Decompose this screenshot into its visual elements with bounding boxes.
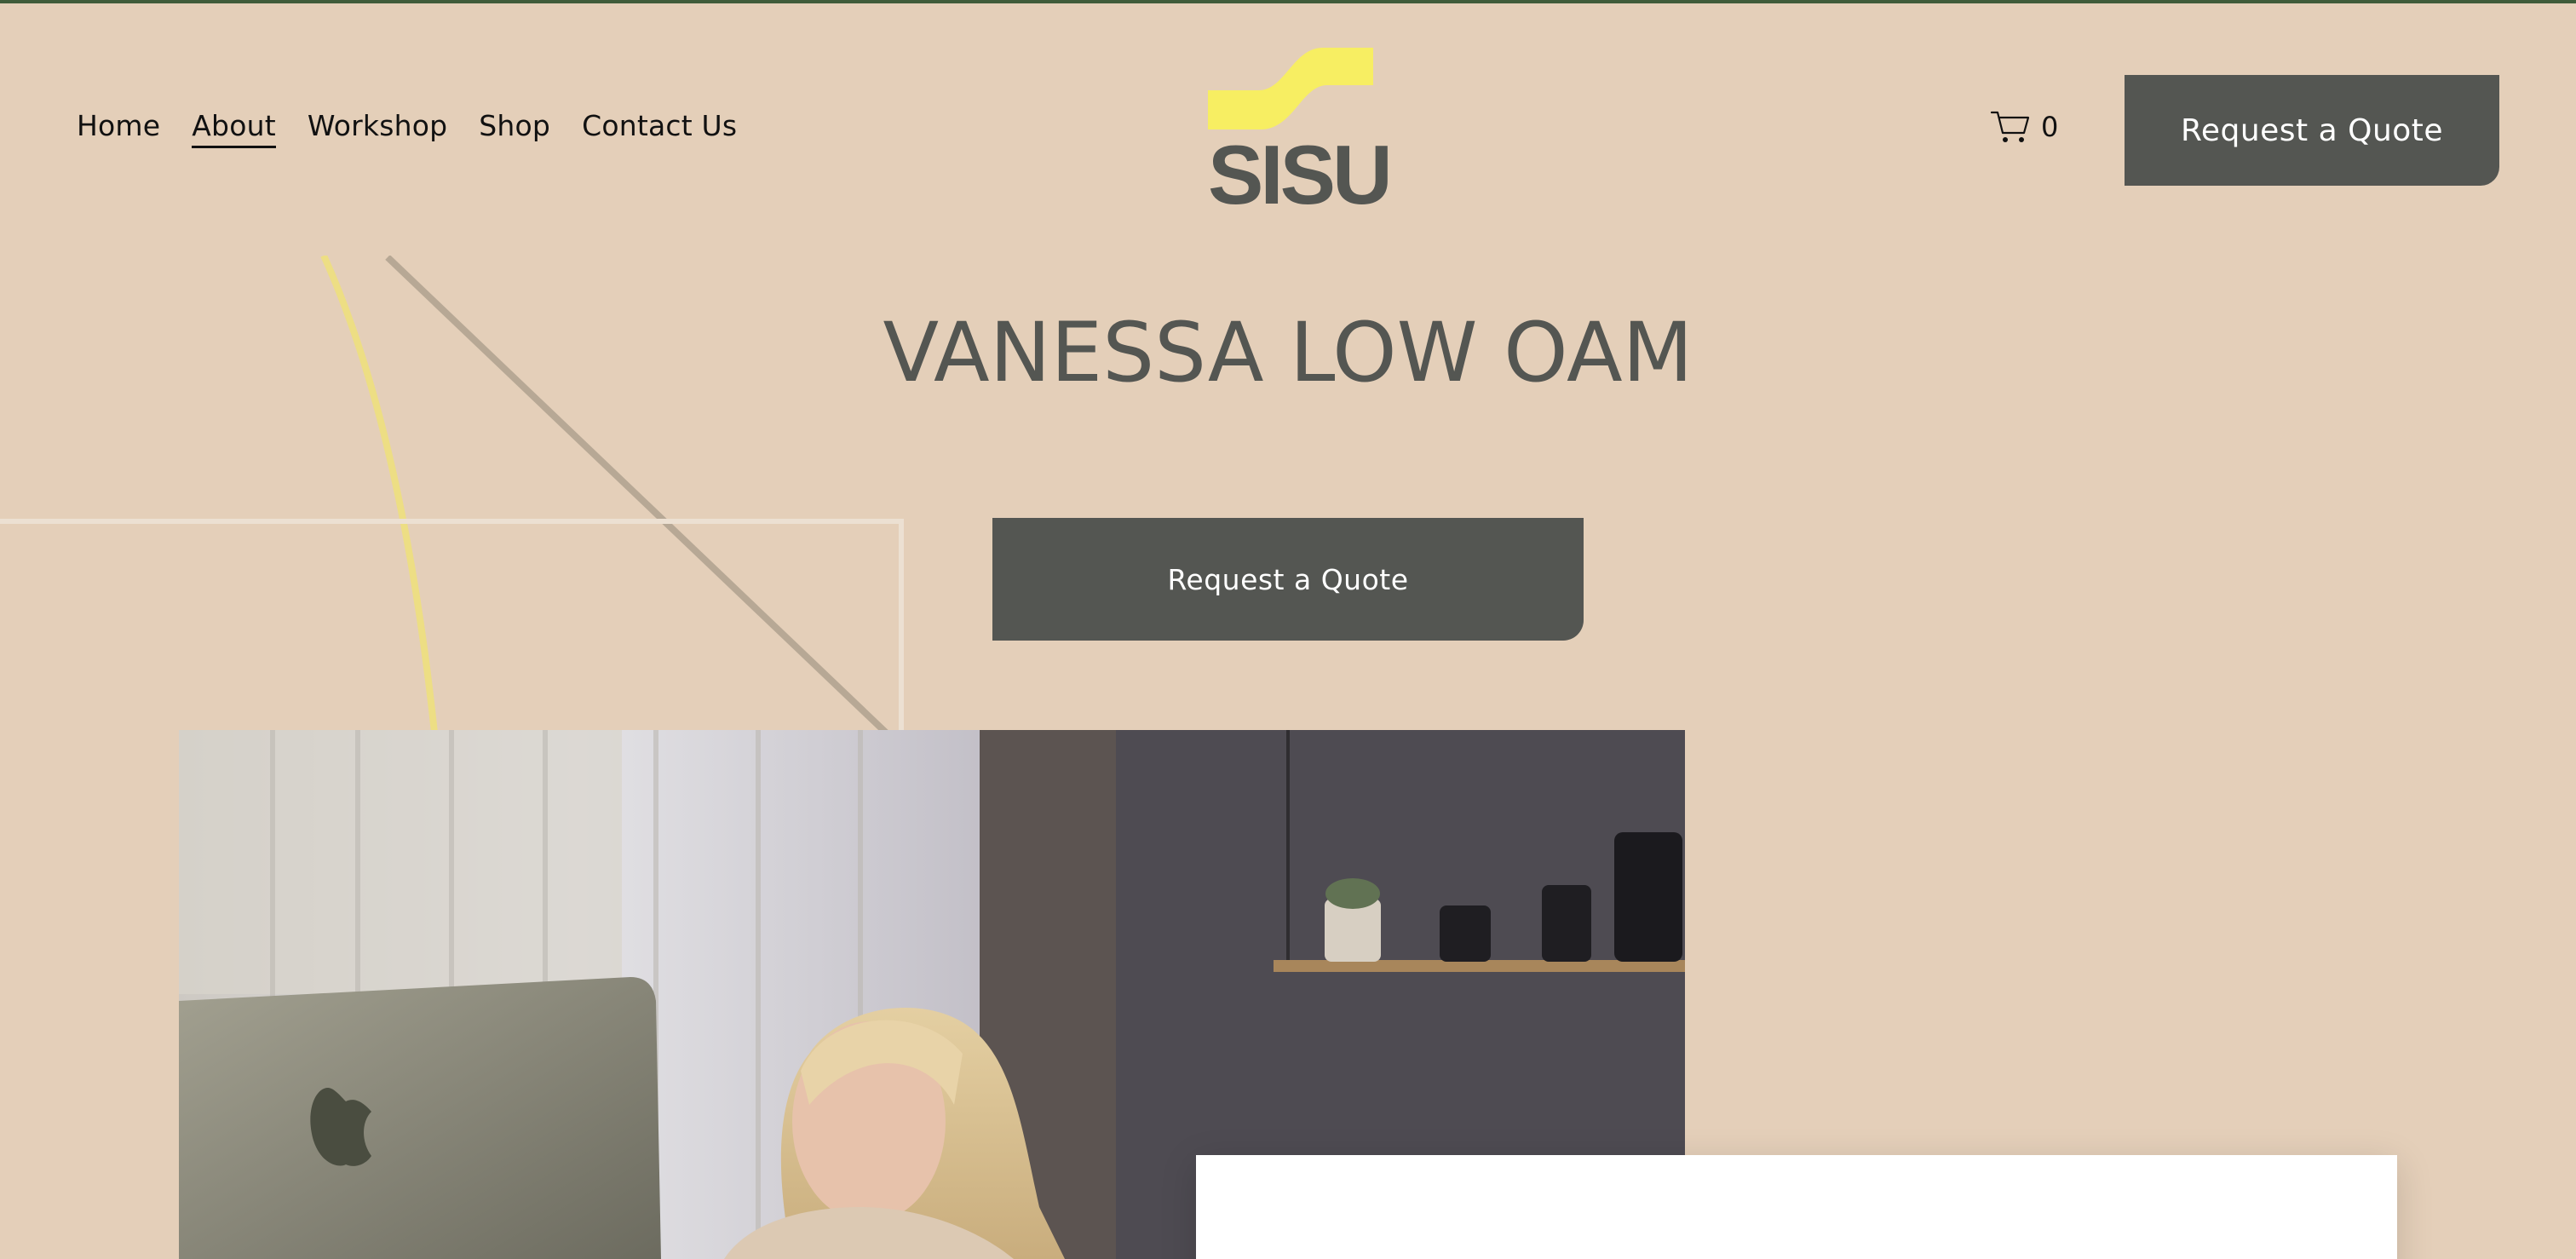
nav-shop[interactable]: Shop xyxy=(479,109,550,143)
logo-wordmark: SISU xyxy=(1208,128,1393,221)
content-card xyxy=(1196,1155,2397,1259)
page-title: VANESSA LOW OAM xyxy=(883,305,1693,400)
cart-button[interactable]: 0 xyxy=(1990,109,2058,145)
page: Home About Workshop Shop Contact Us SISU… xyxy=(0,0,2576,1259)
cart-count: 0 xyxy=(2041,111,2059,143)
header-request-quote-button[interactable]: Request a Quote xyxy=(2125,75,2499,186)
hero-request-quote-button[interactable]: Request a Quote xyxy=(992,518,1584,641)
logo-mark-icon xyxy=(1208,48,1373,129)
cart-icon xyxy=(1990,111,2030,142)
site-logo[interactable]: SISU xyxy=(1208,48,1393,221)
nav-contact-us[interactable]: Contact Us xyxy=(582,109,737,143)
main-nav: Home About Workshop Shop Contact Us xyxy=(77,109,737,148)
nav-about[interactable]: About xyxy=(192,109,276,148)
nav-workshop[interactable]: Workshop xyxy=(308,109,447,143)
nav-home[interactable]: Home xyxy=(77,109,160,143)
top-accent-line xyxy=(0,0,2576,3)
